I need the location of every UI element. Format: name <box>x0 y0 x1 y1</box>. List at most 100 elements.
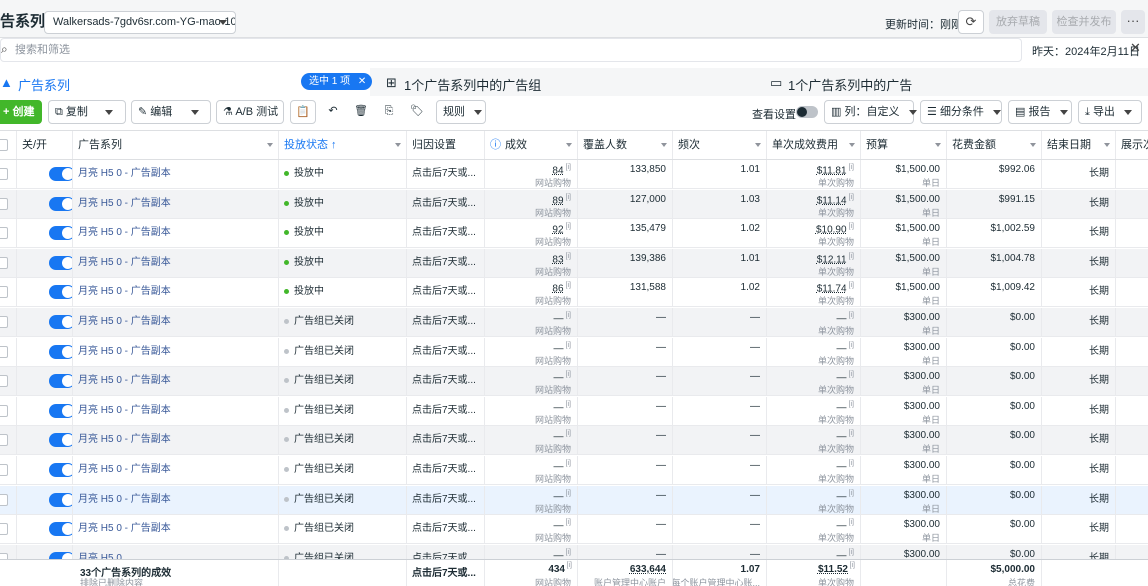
tab-adsets[interactable]: ⊞ 1个广告系列中的广告组 <box>376 68 756 96</box>
row-checkbox[interactable] <box>0 434 8 446</box>
columns-button[interactable]: ▥ 列：自定义 <box>824 100 917 124</box>
campaign-name-link[interactable]: 月亮 H5 0 - 广告副本 <box>78 430 171 445</box>
budget-value[interactable]: $300.00 <box>904 519 940 530</box>
reports-button[interactable]: ▤ 报告 <box>1008 100 1072 124</box>
campaign-toggle[interactable] <box>49 493 72 507</box>
budget-value[interactable]: $1,500.00 <box>896 282 941 293</box>
discard-drafts-button[interactable]: 放弃草稿 <box>989 10 1047 34</box>
clipboard-button[interactable]: 📋 <box>290 100 316 124</box>
header-reach[interactable]: 覆盖人数 <box>578 131 673 159</box>
campaign-toggle[interactable] <box>49 285 72 299</box>
campaign-toggle[interactable] <box>49 345 72 359</box>
header-results[interactable]: ⓘ 成效 <box>485 131 578 159</box>
table-row[interactable]: 月亮 H5 0 - 广告副本广告组已关闭点击后7天或...—[i]网站购物———… <box>0 308 1148 337</box>
campaign-toggle[interactable] <box>49 522 72 536</box>
budget-value[interactable]: $1,500.00 <box>896 164 941 175</box>
close-icon[interactable]: ✕ <box>1130 40 1148 60</box>
campaign-toggle[interactable] <box>49 256 72 270</box>
campaign-name-link[interactable]: 月亮 H5 0 - 广告副本 <box>78 342 171 357</box>
row-checkbox[interactable] <box>0 227 8 239</box>
campaign-toggle[interactable] <box>49 433 72 447</box>
header-attribution[interactable]: 归因设置 <box>407 131 485 159</box>
delete-button[interactable]: 🗑 <box>348 100 374 124</box>
selected-count-pill[interactable]: 选中 1 项 ✕ <box>301 73 373 90</box>
campaign-toggle[interactable] <box>49 197 72 211</box>
close-icon[interactable]: ✕ <box>358 76 366 87</box>
budget-value[interactable]: $300.00 <box>904 371 940 382</box>
view-settings-toggle[interactable] <box>796 106 818 118</box>
export-button[interactable]: ⤓ 导出 <box>1078 100 1142 124</box>
budget-value[interactable]: $300.00 <box>904 401 940 412</box>
budget-value[interactable]: $300.00 <box>904 490 940 501</box>
budget-value[interactable]: $1,500.00 <box>896 223 941 234</box>
budget-value[interactable]: $300.00 <box>904 342 940 353</box>
refresh-button[interactable]: ⟳ <box>958 10 984 34</box>
campaign-name-link[interactable]: 月亮 H5 0 - 广告副本 <box>78 164 171 179</box>
campaign-toggle[interactable] <box>49 463 72 477</box>
table-row[interactable]: 月亮 H5 0 - 广告副本 投放中 点击后7天或... 86 [i] 网站购物 131,5… <box>0 278 1148 307</box>
review-publish-button[interactable]: 检查并发布 <box>1052 10 1116 34</box>
campaign-name-link[interactable]: 月亮 H5 0 - 广告副本 <box>78 194 171 209</box>
chevron-down-icon[interactable] <box>191 109 200 115</box>
campaign-toggle[interactable] <box>49 404 72 418</box>
table-row[interactable]: 月亮 H5 0 - 广告副本 投放中 点击后7天或... 84 [i] 网站购物 133,8… <box>0 160 1148 189</box>
header-select-all[interactable] <box>0 131 17 159</box>
tab-ads[interactable]: ▭ 1个广告系列中的广告 <box>762 68 1148 96</box>
campaign-toggle[interactable] <box>49 226 72 240</box>
ab-test-button[interactable]: ⚗ A/B 测试 <box>216 100 284 124</box>
header-budget[interactable]: 预算 <box>861 131 947 159</box>
row-checkbox[interactable] <box>0 168 8 180</box>
rules-button[interactable]: 规则 <box>436 100 486 124</box>
breakdown-button[interactable]: ☰ 细分条件 <box>920 100 1002 124</box>
table-row[interactable]: 月亮 H5 0 - 广告副本广告组已关闭点击后7天或...—[i]网站购物———… <box>0 426 1148 455</box>
campaign-name-link[interactable]: 月亮 H5 0 - 广告副本 <box>78 371 171 386</box>
date-range-picker[interactable]: 昨天：2024年2月11日 <box>1032 43 1140 59</box>
campaign-name-link[interactable]: 月亮 H5 0 - 广告副本 <box>78 490 171 505</box>
row-checkbox[interactable] <box>0 375 8 387</box>
table-row[interactable]: 月亮 H5 0 - 广告副本广告组已关闭点击后7天或...—[i]网站购物———… <box>0 456 1148 485</box>
budget-value[interactable]: $1,500.00 <box>896 253 941 264</box>
table-row[interactable]: 月亮 H5 0 - 广告副本 投放中 点击后7天或... 92 [i] 网站购物 135,4… <box>0 219 1148 248</box>
select-all-checkbox[interactable] <box>0 139 8 151</box>
tag-button[interactable]: 🏷 <box>404 100 430 124</box>
campaign-toggle[interactable] <box>49 315 72 329</box>
campaign-name-link[interactable]: 月亮 H5 0 - 广告副本 <box>78 282 171 297</box>
budget-value[interactable]: $1,500.00 <box>896 194 941 205</box>
row-checkbox[interactable] <box>0 405 8 417</box>
edit-button[interactable]: ✎ 编辑 <box>131 100 211 124</box>
table-row[interactable]: 月亮 H5 0 - 广告副本 投放中 点击后7天或... 83 [i] 网站购物 139,3… <box>0 249 1148 278</box>
header-toggle[interactable]: 关/开 <box>17 131 73 159</box>
header-amount-spent[interactable]: 花费金额 <box>947 131 1042 159</box>
row-checkbox[interactable] <box>0 257 8 269</box>
header-impressions[interactable]: 展示次 <box>1116 131 1148 159</box>
create-button[interactable]: + 创建 <box>0 100 42 124</box>
budget-value[interactable]: $300.00 <box>904 460 940 471</box>
header-campaign[interactable]: 广告系列 <box>73 131 279 159</box>
table-row[interactable]: 月亮 H5 0 - 广告副本 投放中 点击后7天或... 89 [i] 网站购物 127,0… <box>0 190 1148 219</box>
row-checkbox[interactable] <box>0 494 8 506</box>
table-row[interactable]: 月亮 H5 0 - 广告副本广告组已关闭点击后7天或...—[i]网站购物———… <box>0 486 1148 515</box>
budget-value[interactable]: $300.00 <box>904 312 940 323</box>
campaign-name-link[interactable]: 月亮 H5 0 - 广告副本 <box>78 253 171 268</box>
search-input[interactable]: 搜索和筛选 <box>0 38 1022 62</box>
header-frequency[interactable]: 频次 <box>673 131 767 159</box>
header-end-date[interactable]: 结束日期 <box>1042 131 1116 159</box>
campaign-toggle[interactable] <box>49 374 72 388</box>
header-delivery[interactable]: 投放状态 ↑ <box>279 131 407 159</box>
row-checkbox[interactable] <box>0 286 8 298</box>
preview-button[interactable]: ⎘ <box>376 100 402 124</box>
row-checkbox[interactable] <box>0 346 8 358</box>
account-select[interactable]: Walkersads-7gdv6sr.com-YG-mao-10... <box>44 11 236 34</box>
campaign-name-link[interactable]: 月亮 H5 0 - 广告副本 <box>78 460 171 475</box>
row-checkbox[interactable] <box>0 523 8 535</box>
more-options-button[interactable]: ··· <box>1121 10 1145 34</box>
row-checkbox[interactable] <box>0 316 8 328</box>
table-row[interactable]: 月亮 H5 0 - 广告副本广告组已关闭点击后7天或...—[i]网站购物———… <box>0 397 1148 426</box>
duplicate-button[interactable]: ⧉ 复制 <box>48 100 126 124</box>
campaign-name-link[interactable]: 月亮 H5 0 - 广告副本 <box>78 401 171 416</box>
header-cost-per-result[interactable]: 单次成效费用 <box>767 131 861 159</box>
table-row[interactable]: 月亮 H5 0 - 广告副本广告组已关闭点击后7天或...—[i]网站购物———… <box>0 338 1148 367</box>
tab-campaigns[interactable]: ▲ 广告系列 选中 1 项 ✕ <box>0 68 373 96</box>
table-row[interactable]: 月亮 H5 0 - 广告副本广告组已关闭点击后7天或...—[i]网站购物———… <box>0 367 1148 396</box>
chevron-down-icon[interactable] <box>104 109 113 115</box>
